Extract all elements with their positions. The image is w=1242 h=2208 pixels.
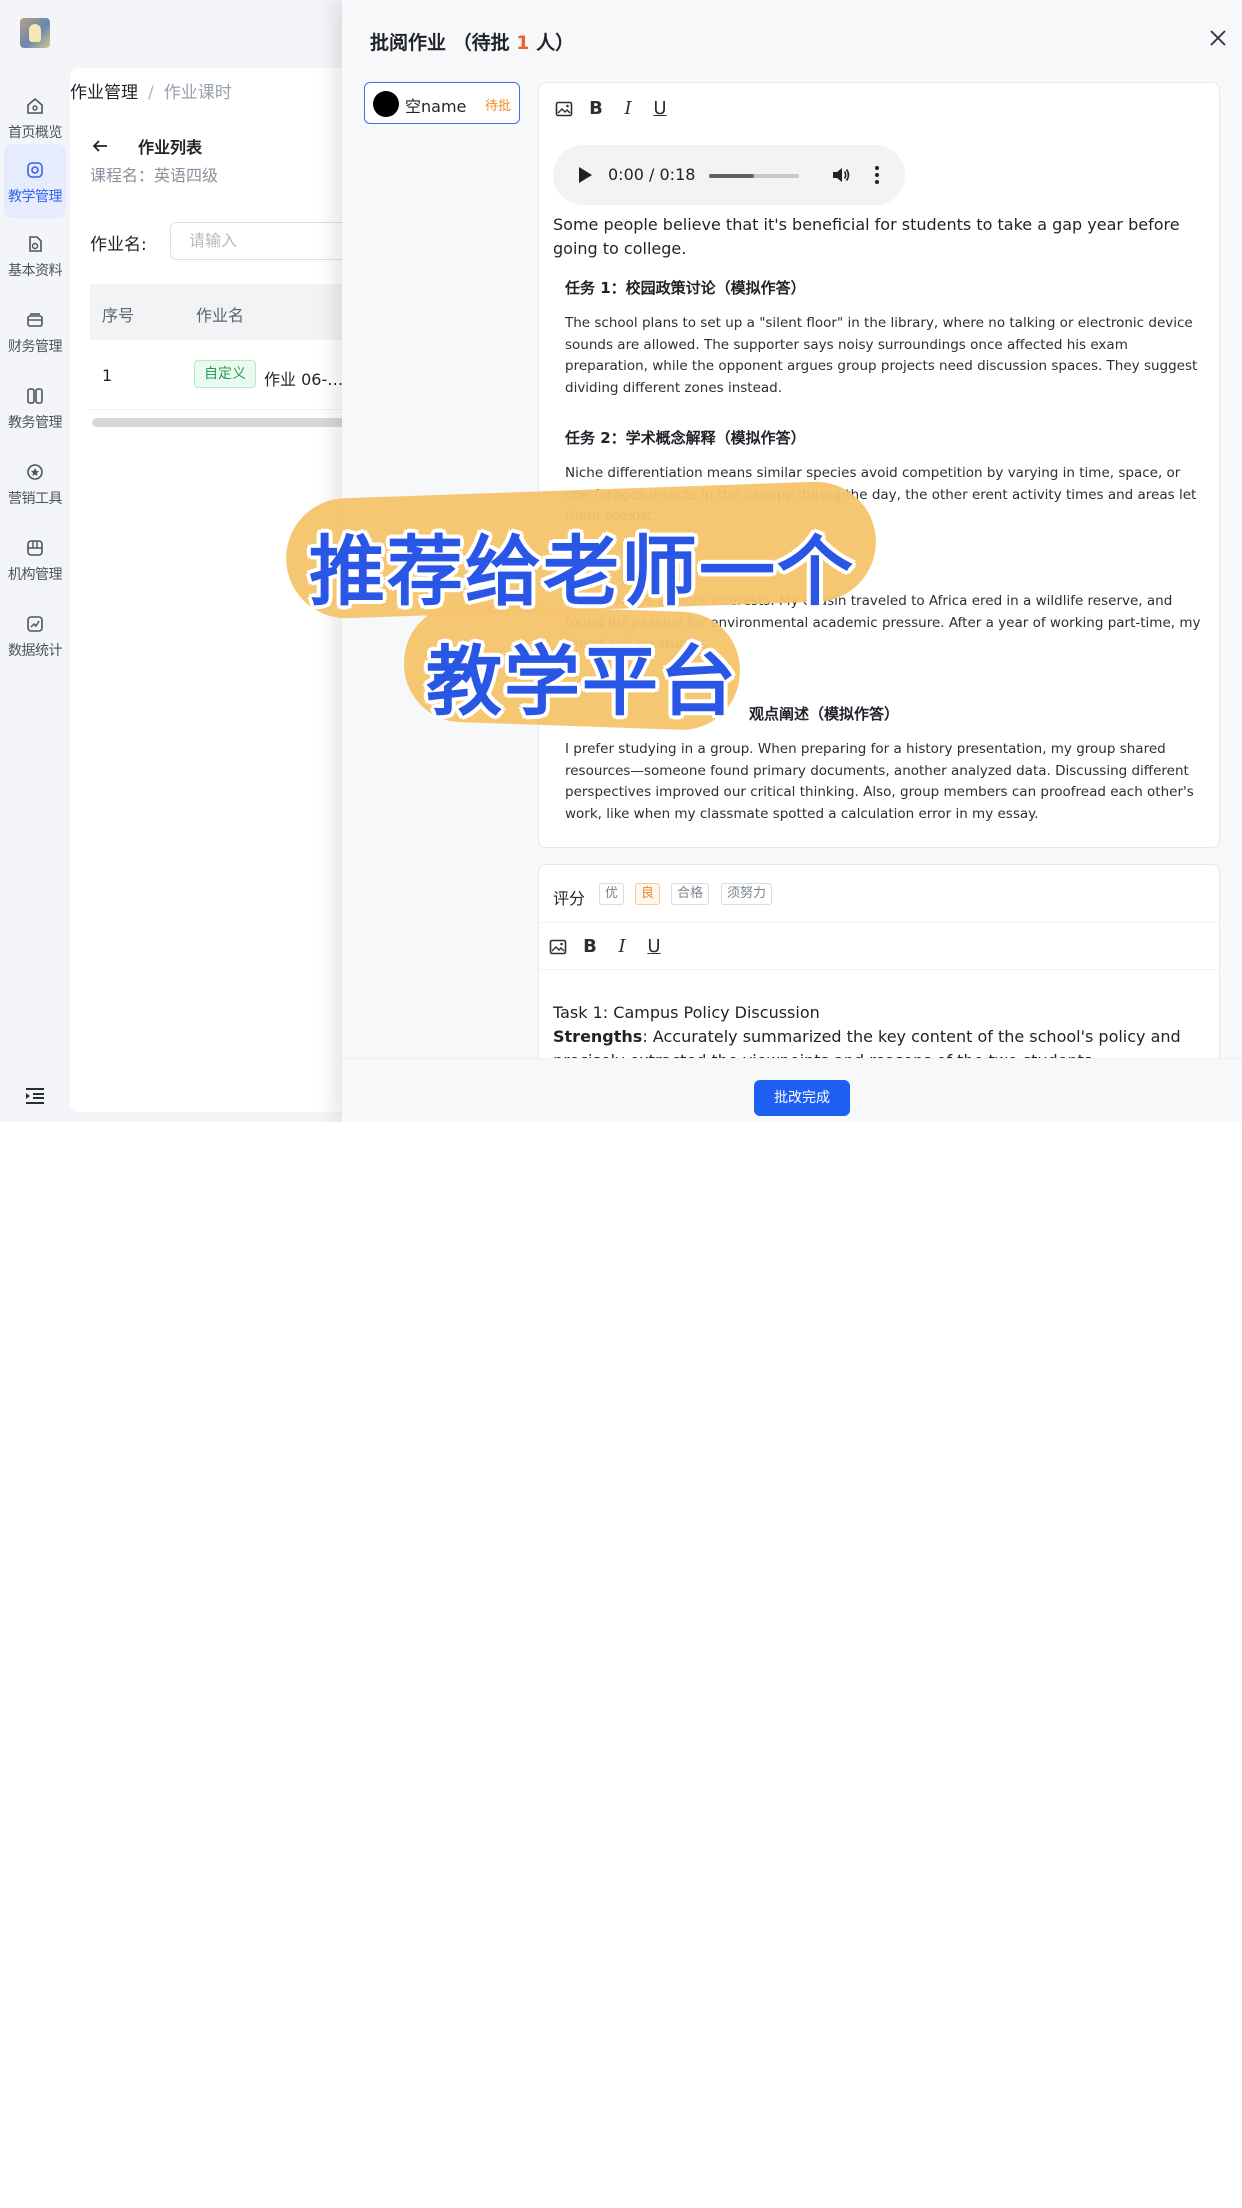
- nav-item-teaching[interactable]: 教学管理: [4, 144, 66, 218]
- avatar: [373, 91, 399, 117]
- comment-toolbar: B I U: [549, 937, 663, 957]
- nav-label: 数据统计: [8, 643, 63, 659]
- breadcrumb-current: 作业课时: [163, 83, 232, 103]
- breadcrumb-parent[interactable]: 作业管理: [70, 83, 138, 103]
- teaching-icon: [27, 162, 43, 178]
- divider: [539, 969, 1219, 970]
- task-heading: 任务 2：学术概念解释（模拟作答）: [565, 429, 806, 447]
- organization-icon: [27, 540, 43, 556]
- nav-label: 财务管理: [8, 339, 63, 355]
- marketing-icon: [27, 464, 43, 480]
- student-name: 空name: [405, 97, 467, 116]
- grade-option-pass[interactable]: 合格: [671, 883, 710, 905]
- image-icon[interactable]: [549, 937, 567, 957]
- nav-label: 教学管理: [8, 189, 63, 205]
- filter-label: 作业名:: [90, 235, 147, 255]
- drawer-title-prefix: 批阅作业 （待批: [370, 32, 517, 54]
- back-arrow-icon[interactable]: [90, 136, 110, 156]
- bold-icon[interactable]: B: [587, 99, 605, 119]
- task-answer: I prefer studying in a group. When prepa…: [565, 741, 1194, 822]
- italic-icon[interactable]: I: [613, 937, 631, 957]
- audio-time: 0:00 / 0:18: [608, 165, 696, 184]
- audio-player[interactable]: 0:00 / 0:18: [553, 145, 905, 205]
- underline-icon[interactable]: U: [651, 99, 669, 119]
- answer-panel: B I U 0:00 / 0:18 Some people believe th…: [538, 82, 1220, 848]
- nav-label: 机构管理: [8, 567, 63, 583]
- assignment-name: 作业 06-…: [264, 370, 344, 389]
- brand-logo[interactable]: [20, 18, 50, 48]
- grade-option-good[interactable]: 良: [635, 883, 661, 905]
- nav-item-organization[interactable]: 机构管理: [4, 522, 66, 596]
- nav-label: 基本资料: [8, 263, 63, 279]
- close-icon[interactable]: [1208, 28, 1228, 48]
- image-icon[interactable]: [555, 99, 573, 119]
- italic-icon[interactable]: I: [619, 99, 637, 119]
- nav-item-finance[interactable]: 财务管理: [4, 294, 66, 368]
- student-item[interactable]: 空name 待批: [364, 82, 520, 124]
- custom-tag: 自定义: [194, 360, 256, 388]
- nav-label: 营销工具: [8, 491, 63, 507]
- nav-item-statistics[interactable]: 数据统计: [4, 598, 66, 672]
- caption-line: 推荐给老师一个: [309, 527, 855, 616]
- audio-progress-slider[interactable]: [709, 174, 799, 178]
- student-status-badge: 待批: [484, 99, 511, 114]
- nav-item-profile[interactable]: 基本资料: [4, 218, 66, 292]
- volume-icon[interactable]: [831, 165, 851, 185]
- audio-progress-fill: [709, 174, 754, 178]
- strengths-label: Strengths: [553, 1027, 643, 1046]
- pending-count: 1: [516, 32, 530, 54]
- bold-icon[interactable]: B: [581, 937, 599, 957]
- caption-line: 教学平台: [426, 637, 738, 726]
- drawer-title-suffix: 人）: [529, 32, 575, 54]
- left-nav: 首页概览 教学管理 基本资料 财务管理 教务管理 营销工具 机构管理 数据统计: [0, 0, 70, 1122]
- row-index: 1: [102, 366, 113, 385]
- statistics-icon: [27, 616, 43, 632]
- page-title: 作业列表: [138, 138, 203, 157]
- breadcrumb-separator: /: [148, 83, 154, 103]
- grade-option-needs-effort[interactable]: 须努力: [721, 883, 773, 905]
- more-options-icon[interactable]: [875, 164, 879, 186]
- finance-icon: [27, 313, 43, 327]
- nav-label: 首页概览: [8, 125, 63, 141]
- academic-icon: [27, 388, 43, 404]
- drawer-title: 批阅作业 （待批 1 人）: [370, 28, 574, 55]
- column-header: 作业名: [196, 306, 245, 325]
- collapse-menu-icon[interactable]: [24, 1086, 46, 1106]
- breadcrumb: 作业管理 / 作业课时: [70, 78, 232, 103]
- play-icon[interactable]: [579, 167, 592, 183]
- home-icon: [27, 97, 43, 114]
- comment-line: Task 1: Campus Policy Discussion: [553, 1003, 820, 1022]
- grade-option-excellent[interactable]: 优: [599, 883, 625, 905]
- grading-row: 评分 优 良 合格 须努力: [539, 865, 1219, 923]
- finish-review-button[interactable]: 批改完成: [754, 1080, 850, 1116]
- nav-item-home[interactable]: 首页概览: [4, 80, 66, 154]
- nav-label: 教务管理: [8, 415, 63, 431]
- nav-item-marketing[interactable]: 营销工具: [4, 446, 66, 520]
- answer-toolbar: B I U: [555, 97, 669, 121]
- nav-item-academic[interactable]: 教务管理: [4, 370, 66, 444]
- task-answer: The school plans to set up a "silent flo…: [565, 315, 1198, 396]
- column-header: 序号: [102, 306, 135, 325]
- profile-icon: [29, 236, 42, 252]
- course-name: 课程名：英语四级: [90, 166, 219, 185]
- grading-label: 评分: [553, 889, 586, 908]
- app-window: 首页概览 教学管理 基本资料 财务管理 教务管理 营销工具 机构管理 数据统计: [0, 0, 1242, 1122]
- underline-icon[interactable]: U: [645, 937, 663, 957]
- task-heading: 任务 1：校园政策讨论（模拟作答）: [565, 279, 806, 297]
- question-text: Some people believe that it's beneficial…: [553, 215, 1180, 258]
